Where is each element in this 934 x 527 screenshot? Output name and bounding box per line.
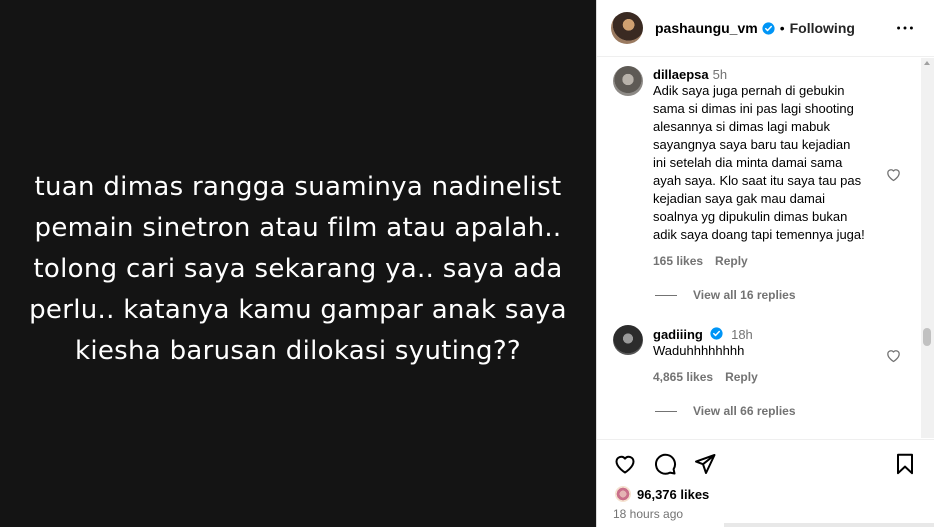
- comment-box-edge: [724, 523, 934, 527]
- comment-meta: 165 likes Reply: [653, 254, 921, 268]
- view-replies-label[interactable]: View all 66 replies: [693, 404, 796, 418]
- likes-summary[interactable]: 96,376 likes: [613, 484, 709, 504]
- verified-badge-icon: [710, 327, 724, 340]
- comment-meta: 4,865 likes Reply: [653, 370, 921, 384]
- share-icon[interactable]: [693, 452, 717, 476]
- liker-avatar: [613, 484, 633, 504]
- comment-likes[interactable]: 165 likes: [653, 254, 703, 268]
- comment-likes[interactable]: 4,865 likes: [653, 370, 713, 384]
- comment-icon[interactable]: [653, 452, 677, 476]
- header-separator: •: [779, 20, 785, 36]
- comment-time[interactable]: 5h: [713, 67, 727, 82]
- scrollbar-thumb[interactable]: [923, 328, 931, 346]
- commenter-avatar[interactable]: [613, 66, 643, 96]
- post-image: tuan dimas rangga suaminya nadinelist pe…: [0, 0, 596, 527]
- post-likes-count[interactable]: 96,376 likes: [637, 487, 709, 502]
- verified-badge-icon: [762, 21, 775, 35]
- following-button[interactable]: Following: [790, 20, 855, 36]
- reply-button[interactable]: Reply: [725, 370, 758, 384]
- author-avatar[interactable]: [611, 12, 643, 44]
- like-comment-heart-icon[interactable]: [885, 347, 902, 364]
- comment-text: Adik saya juga pernah di gebukin sama si…: [653, 83, 865, 242]
- more-horizontal-icon[interactable]: [894, 17, 916, 39]
- post-image-text: tuan dimas rangga suaminya nadinelist pe…: [29, 172, 567, 366]
- replies-divider: [655, 410, 677, 412]
- comments-scrollbar[interactable]: [921, 58, 934, 438]
- heart-icon[interactable]: [613, 452, 637, 476]
- comment-item: dillaepsa 5h Adik saya juga pernah di geb…: [597, 58, 921, 302]
- post-timestamp[interactable]: 18 hours ago: [613, 507, 683, 521]
- like-comment-heart-icon[interactable]: [885, 166, 902, 183]
- view-replies-button[interactable]: View all 16 replies: [653, 288, 921, 302]
- comment-username[interactable]: dillaepsa: [653, 67, 709, 82]
- view-replies-label[interactable]: View all 16 replies: [693, 288, 796, 302]
- comment-item: gadiiing 18h Waduhhhhhhhh 4,865 likes Rep…: [597, 302, 921, 418]
- post-header: pashaungu_vm • Following: [597, 0, 934, 57]
- comment-text: Waduhhhhhhhh: [653, 343, 745, 358]
- comment-username[interactable]: gadiiing: [653, 327, 703, 342]
- post-sidebar: pashaungu_vm • Following dillaepsa 5h Adi…: [596, 0, 934, 527]
- view-replies-button[interactable]: View all 66 replies: [653, 404, 921, 418]
- post-actions: 96,376 likes 18 hours ago: [597, 439, 934, 527]
- scroll-up-arrow-icon[interactable]: [924, 61, 930, 65]
- commenter-avatar[interactable]: [613, 325, 643, 355]
- reply-button[interactable]: Reply: [715, 254, 748, 268]
- comment-time[interactable]: 18h: [731, 327, 753, 342]
- comments-list: dillaepsa 5h Adik saya juga pernah di geb…: [597, 58, 921, 438]
- bookmark-icon[interactable]: [893, 452, 917, 476]
- replies-divider: [655, 294, 677, 296]
- author-username[interactable]: pashaungu_vm: [655, 20, 758, 36]
